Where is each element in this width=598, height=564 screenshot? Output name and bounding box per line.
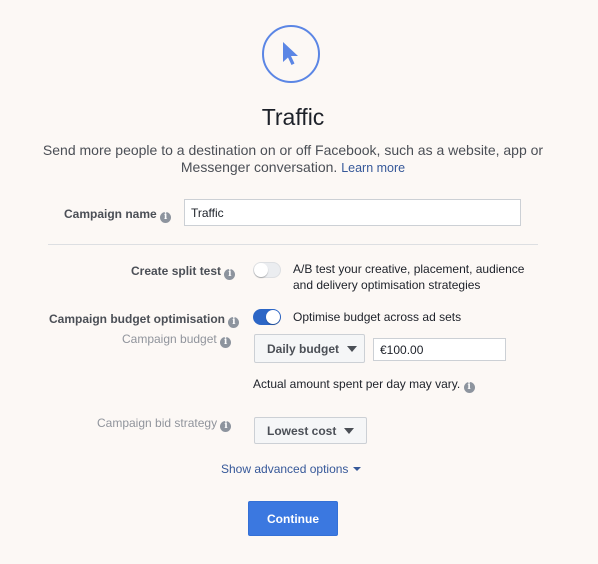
chevron-down-icon: [344, 427, 355, 434]
bid-strategy-dropdown[interactable]: Lowest cost: [254, 417, 367, 444]
split-test-help-line-1: A/B test your creative, placement, audie…: [293, 262, 525, 276]
objective-description: Send more people to a destination on or …: [40, 142, 546, 177]
budget-note: Actual amount spent per day may vary. i: [253, 376, 475, 393]
advanced-options-text: Show advanced options: [221, 462, 349, 476]
learn-more-link[interactable]: Learn more: [341, 161, 405, 175]
campaign-name-input[interactable]: [184, 199, 521, 226]
split-test-toggle[interactable]: [253, 262, 281, 278]
budget-amount-input[interactable]: [373, 338, 506, 361]
cursor-arrow-icon: [283, 42, 298, 65]
show-advanced-options-link[interactable]: Show advanced options: [221, 462, 362, 476]
section-divider: [48, 244, 538, 245]
split-test-help: A/B test your creative, placement, audie…: [293, 261, 524, 293]
chevron-down-icon: [353, 467, 362, 471]
budget-type-dropdown[interactable]: Daily budget: [254, 334, 365, 363]
description-text: Send more people to a destination on or …: [42, 142, 544, 175]
toggle-knob: [254, 263, 268, 277]
budget-type-value: Daily budget: [267, 341, 340, 356]
info-icon[interactable]: i: [228, 317, 240, 328]
bid-strategy-label-text: Campaign bid strategy: [97, 416, 218, 430]
continue-button[interactable]: Continue: [248, 501, 338, 536]
budget-optimisation-toggle[interactable]: [253, 309, 281, 325]
campaign-budget-label: Campaign budget i: [122, 332, 232, 348]
budget-optimisation-label-text: Campaign budget optimisation: [49, 312, 225, 326]
bid-strategy-value: Lowest cost: [267, 423, 337, 438]
info-icon[interactable]: i: [220, 421, 232, 432]
split-test-label: Create split test i: [131, 264, 236, 280]
info-icon[interactable]: i: [463, 382, 475, 393]
info-icon[interactable]: i: [224, 269, 236, 280]
budget-optimisation-text: Optimise budget across ad sets: [293, 310, 462, 324]
budget-note-text: Actual amount spent per day may vary.: [253, 377, 461, 391]
split-test-label-text: Create split test: [131, 264, 222, 278]
split-test-help-line-2: and delivery optimisation strategies: [293, 278, 481, 292]
bid-strategy-label: Campaign bid strategy i: [97, 416, 232, 432]
budget-optimisation-label: Campaign budget optimisation i: [49, 312, 240, 328]
info-icon[interactable]: i: [220, 337, 232, 348]
page-title: Traffic: [261, 104, 325, 130]
campaign-budget-label-text: Campaign budget: [122, 332, 217, 346]
campaign-name-label: Campaign name i: [64, 207, 172, 223]
campaign-name-label-text: Campaign name: [64, 207, 157, 221]
chevron-down-icon: [347, 345, 358, 352]
info-icon[interactable]: i: [160, 212, 172, 223]
objective-icon-circle: [262, 25, 320, 83]
toggle-knob: [266, 310, 280, 324]
